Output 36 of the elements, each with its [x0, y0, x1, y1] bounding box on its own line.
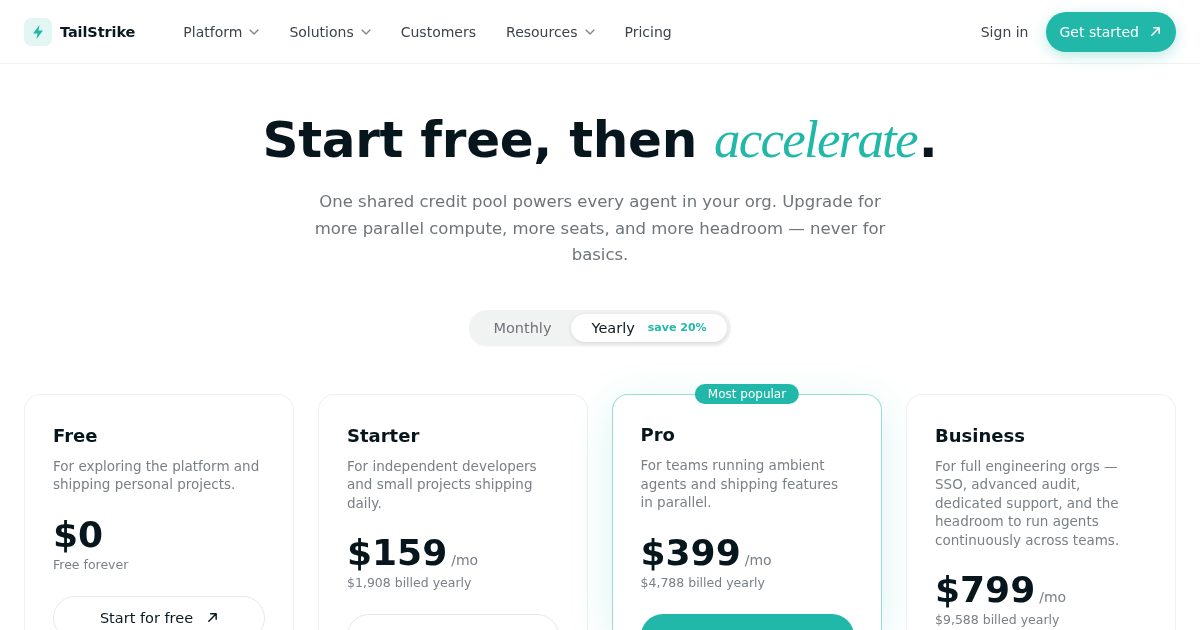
plan-description: For exploring the platform and shipping personal projects. [53, 456, 261, 494]
bolt-icon[interactable] [24, 17, 52, 46]
nav-link[interactable]: Customers [400, 23, 477, 40]
plan-description: For independent developers and small projects shipping daily. [347, 456, 538, 512]
plan-badge: Most popular [694, 383, 800, 404]
brand-name[interactable]: TailStrike [60, 23, 136, 40]
nav-link[interactable]: Solutions [289, 23, 371, 40]
plan-button[interactable]: Start for free [53, 595, 265, 630]
plan-name: Business [935, 423, 1026, 448]
nav-link[interactable]: Platform [183, 23, 260, 40]
plan-description: For full engineering orgs — SSO, advanced audit, dedicated support, and the headroom to run agents continuously across teams. [935, 456, 1121, 549]
price-period: /mo [744, 551, 772, 568]
nav-link[interactable]: Pricing [624, 23, 672, 40]
plan-price: $159 [347, 531, 448, 575]
price-period: /mo [451, 552, 479, 568]
nav-link[interactable]: Resources [506, 23, 595, 40]
arrow-up-right-icon [207, 612, 219, 623]
price-period: /mo [1039, 589, 1067, 605]
billing-note: Free forever [53, 556, 130, 573]
plan-price: $799 [935, 568, 1036, 612]
plan-price: $0 [53, 512, 104, 557]
plan-name: Pro [640, 423, 676, 447]
sign-in-link[interactable]: Sign in [980, 23, 1029, 40]
discount-label: save 20% [647, 321, 707, 334]
headline: Start free, then accelerate. [262, 111, 938, 169]
subtitle: One shared credit pool powers every agent in your org. Upgrade for more parallel compute, more seats, and more headroom — never for basics. [313, 191, 887, 266]
billing-note: $4,788 billed yearly [640, 574, 766, 591]
plan-description: For teams running ambient agents and shipping features in parallel. [640, 456, 839, 512]
billing-note: $9,588 billed yearly [935, 612, 1061, 628]
plan-price: $399 [640, 530, 741, 575]
billing-option[interactable]: Yearly save 20% [571, 313, 727, 342]
plan-name: Starter [347, 423, 421, 448]
plan-name: Free [53, 423, 99, 448]
billing-note: $1,908 billed yearly [347, 575, 473, 591]
arrow-up-right-icon [1150, 26, 1161, 37]
billing-option[interactable]: Monthly [473, 313, 572, 342]
